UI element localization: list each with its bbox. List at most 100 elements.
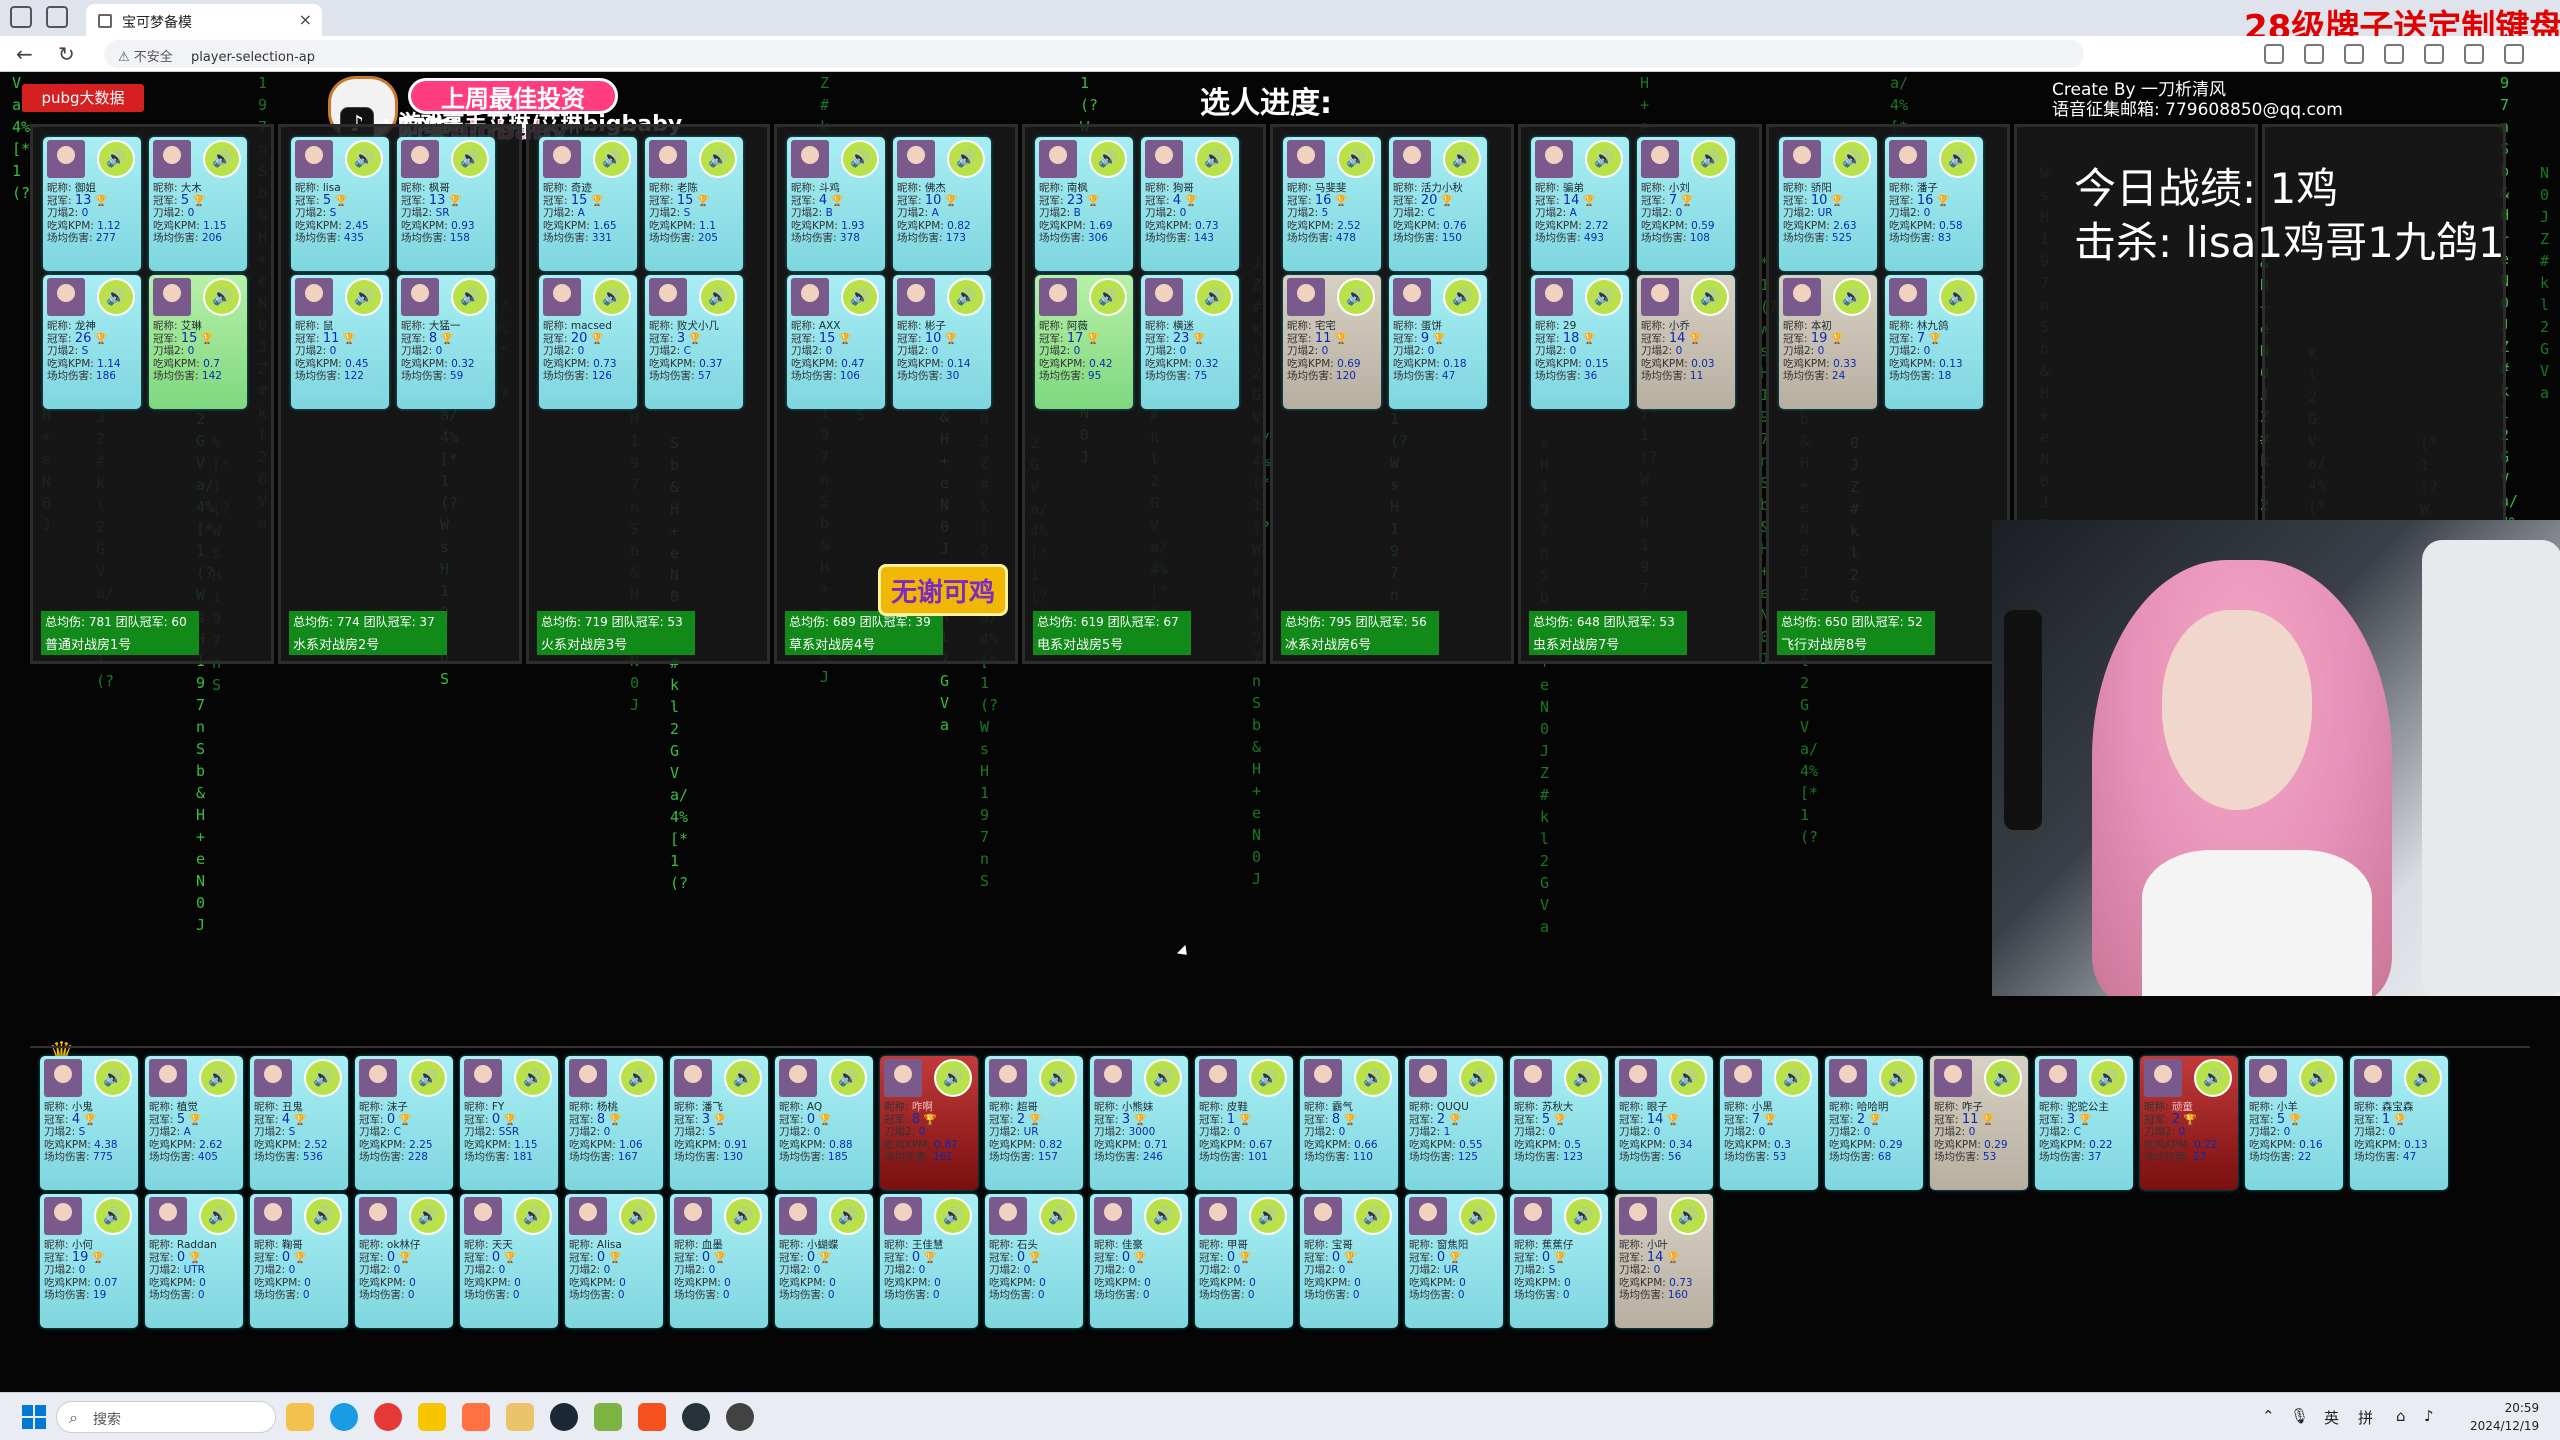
speaker-icon[interactable]: 🔊 xyxy=(1354,1059,1392,1097)
speaker-icon[interactable]: 🔊 xyxy=(199,1059,237,1097)
tray-chevron-icon[interactable]: ⌃ xyxy=(2262,1407,2275,1425)
player-card[interactable]: 🔊 昵称: 苏秋大 冠军: 5 🏆 刀塌2: 0 吃鸡KPM: 0.5 场均伤害: 123 xyxy=(1510,1056,1608,1190)
speaker-icon[interactable]: 🔊 xyxy=(829,1197,867,1235)
speaker-icon[interactable]: 🔊 xyxy=(2299,1059,2337,1097)
player-card[interactable]: 🔊 昵称: 小何 冠军: 19 🏆 刀塌2: 0 吃鸡KPM: 0.07 场均伤害: 19 xyxy=(40,1194,138,1328)
player-card[interactable]: 🔊 昵称: 丑鬼 冠军: 4 🏆 刀塌2: S 吃鸡KPM: 2.52 场均伤害: 536 xyxy=(250,1056,348,1190)
speaker-icon[interactable]: 🔊 xyxy=(593,278,631,316)
speaker-icon[interactable]: 🔊 xyxy=(451,140,489,178)
speaker-icon[interactable]: 🔊 xyxy=(2089,1059,2127,1097)
player-card[interactable]: 🔊 昵称: 甲哥 冠军: 0 🏆 刀塌2: 0 吃鸡KPM: 0 场均伤害: 0 xyxy=(1195,1194,1293,1328)
player-card[interactable]: 🔊 昵称: 皮鞋 冠军: 1 🏆 刀塌2: 0 吃鸡KPM: 0.67 场均伤害: 101 xyxy=(1195,1056,1293,1190)
player-card[interactable]: 🔊 昵称: 鞠哥 冠军: 0 🏆 刀塌2: 0 吃鸡KPM: 0 场均伤害: 0 xyxy=(250,1194,348,1328)
network-icon[interactable]: ⌂ xyxy=(2396,1407,2406,1425)
player-card[interactable]: 🔊 昵称: 横迷 冠军: 23 🏆 刀塌2: 0 吃鸡KPM: 0.32 场均伤害: 75 xyxy=(1141,275,1239,409)
collections-icon[interactable] xyxy=(2384,44,2404,64)
speaker-icon[interactable]: 🔊 xyxy=(1774,1059,1812,1097)
player-card[interactable]: 🔊 昵称: 佳豪 冠军: 0 🏆 刀塌2: 0 吃鸡KPM: 0 场均伤害: 0 xyxy=(1090,1194,1188,1328)
player-card[interactable]: 🔊 昵称: 小蝴蝶 冠军: 0 🏆 刀塌2: 0 吃鸡KPM: 0 场均伤害: 0 xyxy=(775,1194,873,1328)
speaker-icon[interactable]: 🔊 xyxy=(1691,278,1729,316)
player-card[interactable]: 🔊 昵称: 29 冠军: 18 🏆 刀塌2: 0 吃鸡KPM: 0.15 场均伤害: 36 xyxy=(1531,275,1629,409)
speaker-icon[interactable]: 🔊 xyxy=(94,1197,132,1235)
speaker-icon[interactable]: 🔊 xyxy=(1089,278,1127,316)
back-icon[interactable]: ← xyxy=(16,42,33,66)
speaker-icon[interactable]: 🔊 xyxy=(1833,278,1871,316)
speaker-icon[interactable]: 🔊 xyxy=(1585,278,1623,316)
player-card[interactable]: 🔊 昵称: 蛋饼 冠军: 9 🏆 刀塌2: 0 吃鸡KPM: 0.18 场均伤害: 47 xyxy=(1389,275,1487,409)
player-card[interactable]: 🔊 昵称: 哈哈明 冠军: 2 🏆 刀塌2: 0 吃鸡KPM: 0.29 场均伤害: 68 xyxy=(1825,1056,1923,1190)
player-card[interactable]: 🔊 昵称: 骄阳 冠军: 10 🏆 刀塌2: UR 吃鸡KPM: 2.63 场均伤害: 5… xyxy=(1779,137,1877,271)
speaker-icon[interactable]: 🔊 xyxy=(409,1197,447,1235)
player-card[interactable]: 🔊 昵称: 骗弟 冠军: 14 🏆 刀塌2: A 吃鸡KPM: 2.72 场均伤害: 49… xyxy=(1531,137,1629,271)
speaker-icon[interactable]: 🔊 xyxy=(841,140,879,178)
player-card[interactable]: 🔊 昵称: 宅宅 冠军: 11 🏆 刀塌2: 0 吃鸡KPM: 0.69 场均伤害: 12… xyxy=(1283,275,1381,409)
player-card[interactable]: 🔊 昵称: 阿薇 冠军: 17 🏆 刀塌2: 0 吃鸡KPM: 0.42 场均伤害: 95 xyxy=(1035,275,1133,409)
speaker-icon[interactable]: 🔊 xyxy=(1089,140,1127,178)
speaker-icon[interactable]: 🔊 xyxy=(345,140,383,178)
speaker-icon[interactable]: 🔊 xyxy=(699,278,737,316)
player-card[interactable]: 🔊 昵称: 小叶 冠军: 14 🏆 刀塌2: 0 吃鸡KPM: 0.73 场均伤害: 16… xyxy=(1615,1194,1713,1328)
player-card[interactable]: 🔊 昵称: 奇迹 冠军: 15 🏆 刀塌2: A 吃鸡KPM: 1.65 场均伤害: 33… xyxy=(539,137,637,271)
speaker-icon[interactable]: 🔊 xyxy=(304,1059,342,1097)
player-card[interactable]: 🔊 昵称: 驼驼公主 冠军: 3 🏆 刀塌2: C 吃鸡KPM: 0.22 场均伤害: 3… xyxy=(2035,1056,2133,1190)
ime-mode[interactable]: 拼 xyxy=(2358,1407,2373,1428)
speaker-icon[interactable]: 🔊 xyxy=(1039,1059,1077,1097)
player-card[interactable]: 🔊 昵称: 败犬小几 冠军: 3 🏆 刀塌2: C 吃鸡KPM: 0.37 场均伤害: 5… xyxy=(645,275,743,409)
volume-icon[interactable]: ♪ xyxy=(2424,1407,2434,1425)
speaker-icon[interactable]: 🔊 xyxy=(203,140,241,178)
speaker-icon[interactable]: 🔊 xyxy=(199,1197,237,1235)
player-card[interactable]: 🔊 昵称: 本初 冠军: 19 🏆 刀塌2: 0 吃鸡KPM: 0.33 场均伤害: 24 xyxy=(1779,275,1877,409)
player-card[interactable]: 🔊 昵称: 窗焦阳 冠军: 0 🏆 刀塌2: UR 吃鸡KPM: 0 场均伤害: 0 xyxy=(1405,1194,1503,1328)
player-card[interactable]: 🔊 昵称: 佛杰 冠军: 10 🏆 刀塌2: A 吃鸡KPM: 0.82 场均伤害: 17… xyxy=(893,137,991,271)
app-yellow-icon[interactable] xyxy=(418,1403,446,1431)
file-explorer-icon[interactable] xyxy=(286,1403,314,1431)
player-card[interactable]: 🔊 昵称: 枫哥 冠军: 13 🏆 刀塌2: SR 吃鸡KPM: 0.93 场均伤害: 1… xyxy=(397,137,495,271)
speaker-icon[interactable]: 🔊 xyxy=(1879,1059,1917,1097)
taskbar-search[interactable]: ⌕ 搜索 xyxy=(56,1401,276,1433)
favorites-icon[interactable] xyxy=(2344,44,2364,64)
speaker-icon[interactable]: 🔊 xyxy=(1691,140,1729,178)
app-green-icon[interactable] xyxy=(594,1403,622,1431)
tab-actions-icon[interactable] xyxy=(46,6,68,28)
speaker-icon[interactable]: 🔊 xyxy=(1669,1059,1707,1097)
speaker-icon[interactable]: 🔊 xyxy=(724,1197,762,1235)
pubg-data-button[interactable]: pubg大数据 xyxy=(22,84,144,112)
player-card[interactable]: 🔊 昵称: macsed 冠军: 20 🏆 刀塌2: 0 吃鸡KPM: 0.73 场均伤害… xyxy=(539,275,637,409)
player-card[interactable]: 🔊 昵称: 南枫 冠军: 23 🏆 刀塌2: B 吃鸡KPM: 1.69 场均伤害: 30… xyxy=(1035,137,1133,271)
player-card[interactable]: 🔊 昵称: QUQU 冠军: 2 🏆 刀塌2: 1 吃鸡KPM: 0.55 场均伤害: 1… xyxy=(1405,1056,1503,1190)
player-card[interactable]: 🔊 昵称: 小羊 冠军: 5 🏆 刀塌2: 0 吃鸡KPM: 0.16 场均伤害: 22 xyxy=(2245,1056,2343,1190)
player-card[interactable]: 🔊 昵称: 王佳慧 冠军: 0 🏆 刀塌2: 0 吃鸡KPM: 0 场均伤害: 0 xyxy=(880,1194,978,1328)
settings-icon[interactable] xyxy=(2464,44,2484,64)
player-card[interactable]: 🔊 昵称: 小熊妹 冠军: 3 🏆 刀塌2: 3000 吃鸡KPM: 0.71 场均伤害:… xyxy=(1090,1056,1188,1190)
player-card[interactable]: 🔊 昵称: 杨桃 冠军: 8 🏆 刀塌2: 0 吃鸡KPM: 1.06 场均伤害: 167 xyxy=(565,1056,663,1190)
speaker-icon[interactable]: 🔊 xyxy=(409,1059,447,1097)
app-game-icon[interactable] xyxy=(506,1403,534,1431)
player-card[interactable]: 🔊 昵称: Raddan 冠军: 0 🏆 刀塌2: UTR 吃鸡KPM: 0 场均伤害: … xyxy=(145,1194,243,1328)
player-card[interactable]: 🔊 昵称: 潘子 冠军: 16 🏆 刀塌2: 0 吃鸡KPM: 0.58 场均伤害: 83 xyxy=(1885,137,1983,271)
merge-chicken-button[interactable]: 无谢可鸡 xyxy=(878,564,1008,616)
obs-icon[interactable] xyxy=(726,1403,754,1431)
speaker-icon[interactable]: 🔊 xyxy=(97,278,135,316)
steam-icon[interactable] xyxy=(550,1403,578,1431)
player-card[interactable]: 🔊 昵称: ok林仔 冠军: 0 🏆 刀塌2: 0 吃鸡KPM: 0 场均伤害: 0 xyxy=(355,1194,453,1328)
speaker-icon[interactable]: 🔊 xyxy=(1564,1059,1602,1097)
speaker-icon[interactable]: 🔊 xyxy=(1833,140,1871,178)
player-card[interactable]: 🔊 昵称: 御姐 冠军: 13 🏆 刀塌2: 0 吃鸡KPM: 1.12 场均伤害: 27… xyxy=(43,137,141,271)
player-card[interactable]: 🔊 昵称: 霸气 冠军: 8 🏆 刀塌2: 0 吃鸡KPM: 0.66 场均伤害: 110 xyxy=(1300,1056,1398,1190)
player-card[interactable]: 🔊 昵称: AQ 冠军: 0 🏆 刀塌2: 0 吃鸡KPM: 0.88 场均伤害: 185 xyxy=(775,1056,873,1190)
speaker-icon[interactable]: 🔊 xyxy=(1144,1197,1182,1235)
more-icon[interactable] xyxy=(2424,44,2444,64)
url-input[interactable]: ⚠ 不安全 player-selection-ap xyxy=(104,40,2084,68)
speaker-icon[interactable]: 🔊 xyxy=(724,1059,762,1097)
player-card[interactable]: 🔊 昵称: lisa 冠军: 5 🏆 刀塌2: S 吃鸡KPM: 2.45 场均伤害: 4… xyxy=(291,137,389,271)
player-card[interactable]: 🔊 昵称: 马斐斐 冠军: 16 🏆 刀塌2: 5 吃鸡KPM: 2.52 场均伤害: 4… xyxy=(1283,137,1381,271)
player-card[interactable]: 🔊 昵称: Alisa 冠军: 0 🏆 刀塌2: 0 吃鸡KPM: 0 场均伤害: 0 xyxy=(565,1194,663,1328)
player-card[interactable]: 🔊 昵称: 顽童 冠军: 2 🏆 刀塌2: 0 吃鸡KPM: 0.22 场均伤害: 27 xyxy=(2140,1056,2238,1190)
player-card[interactable]: 🔊 昵称: 狗哥 冠军: 4 🏆 刀塌2: 0 吃鸡KPM: 0.73 场均伤害: 143 xyxy=(1141,137,1239,271)
speaker-icon[interactable]: 🔊 xyxy=(1144,1059,1182,1097)
tray-mic-icon[interactable]: 🎙 xyxy=(2290,1407,2309,1425)
speaker-icon[interactable]: 🔊 xyxy=(619,1197,657,1235)
player-card[interactable]: 🔊 昵称: 小乔 冠军: 14 🏆 刀塌2: 0 吃鸡KPM: 0.03 场均伤害: 11 xyxy=(1637,275,1735,409)
player-card[interactable]: 🔊 昵称: 植觉 冠军: 5 🏆 刀塌2: A 吃鸡KPM: 2.62 场均伤害: 405 xyxy=(145,1056,243,1190)
profile-icon[interactable] xyxy=(10,6,32,28)
